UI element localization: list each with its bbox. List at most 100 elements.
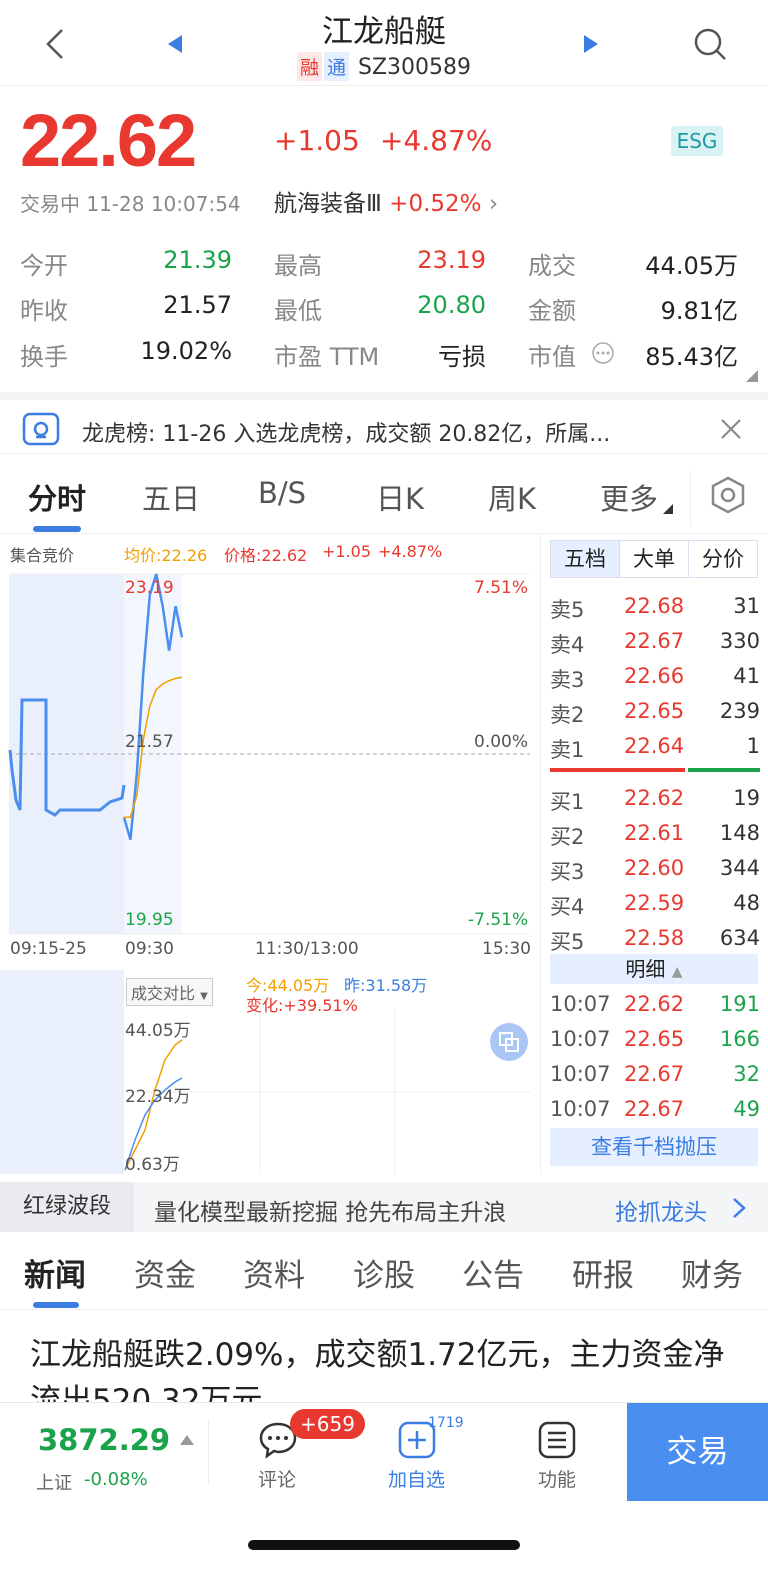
tab-more[interactable]: 更多 [600,476,658,518]
level-label: 买4 [550,895,585,919]
dragon-tiger-banner[interactable]: 龙虎榜: 11-26 入选龙虎榜，成交额 20.82亿，所属... [0,392,768,454]
tab-profile[interactable]: 资料 [243,1250,305,1295]
promo-bar[interactable]: 红绿波段 量化模型最新挖掘 抢先布局主升浪 抢抓龙头 [0,1182,768,1232]
comment-badge: +659 [290,1409,365,1439]
vol-y-top: 44.05万 [125,1021,191,1041]
level-volume: 191 [719,992,760,1016]
function-label[interactable]: 功能 [538,1465,576,1492]
comment-label[interactable]: 评论 [258,1465,296,1492]
top-nav-bar: 江龙船艇 融通 SZ300589 [0,0,768,86]
y-top-price: 23.19 [125,578,174,598]
volume-compare-label: 成交对比 [131,984,196,1003]
level-price: 22.66 [624,664,685,688]
level-label: 卖3 [550,668,585,692]
news-tab-indicator [33,1302,79,1308]
tick-row: 10:07 22.67 49 [546,1097,764,1132]
tab-bs[interactable]: B/S [258,476,306,510]
level-label: 买5 [550,930,585,954]
level-price: 22.59 [624,891,685,915]
level-volume: 1 [746,734,760,758]
tab-announce[interactable]: 公告 [462,1250,524,1295]
level-label: 10:07 [550,992,611,1016]
tab-finance[interactable]: 财务 [681,1250,743,1295]
search-icon[interactable] [692,26,728,62]
promo-text: 量化模型最新挖掘 抢先布局主升浪 [154,1200,507,1226]
tab-news[interactable]: 新闻 [24,1250,86,1295]
expand-corner-icon[interactable] [746,370,758,382]
tab-intraday[interactable]: 分时 [28,476,86,518]
tab-daily-k[interactable]: 日K [376,476,424,518]
level-price: 22.62 [624,786,685,810]
caret-up-icon: ▲ [671,964,683,980]
more-corner-icon [663,504,673,514]
volume-compare-button[interactable]: 成交对比 ▼ [126,978,213,1006]
x-label-open: 09:30 [125,939,174,959]
order-level-row: 买3 22.60 344 [546,856,764,891]
orderbook-tabs: 五档 大单 分价 [550,540,758,578]
detail-header[interactable]: 明细 ▲ [550,954,758,984]
level-volume: 166 [719,1027,760,1051]
tab-five-day[interactable]: 五日 [142,476,200,518]
chart-tab-bar: 分时 五日 B/S 日K 周K 更多 [0,462,768,534]
tab-active-indicator [33,526,81,532]
pct-mid: 0.00% [474,732,529,752]
level-volume: 48 [733,891,760,915]
intraday-chart[interactable]: 集合竞价 均价:22.26 价格:22.62 +1.05 +4.87% 23.1… [0,534,540,1175]
more-dots-icon[interactable] [591,341,615,365]
index-value[interactable]: 3872.29 [38,1423,170,1457]
vol-change: 变化:+39.51% [246,996,358,1015]
level-label: 10:07 [550,1027,611,1051]
stat-value: 23.19 [417,246,486,274]
stat-label: 市值 [528,343,576,371]
promo-link[interactable]: 抢抓龙头 [615,1193,707,1227]
stat-value: 20.80 [417,291,486,319]
stock-name: 江龙船艇 [322,14,446,50]
bottom-toolbar: 3872.29 上证 -0.08% +659 评论 1719 加自选 功能 交易 [0,1402,768,1502]
level-volume: 344 [719,856,760,880]
order-level-row: 买1 22.62 19 [546,786,764,821]
stat-label: 市盈 TTM [274,343,380,371]
auction-label: 集合竞价 [10,546,75,565]
tab-weekly-k[interactable]: 周K [488,476,536,518]
stat-value: 85.43亿 [645,343,738,371]
industry-name: 航海装备Ⅲ [274,191,382,217]
tab-five-levels[interactable]: 五档 [551,541,619,577]
order-level-row: 卖4 22.67 330 [546,629,764,664]
caret-up-icon[interactable] [180,1435,194,1445]
level-price: 22.64 [624,734,685,758]
tab-funds[interactable]: 资金 [134,1250,196,1295]
tab-price-dist[interactable]: 分价 [688,541,757,577]
tab-diagnose[interactable]: 诊股 [353,1250,415,1295]
level-label: 买3 [550,860,585,884]
level-label: 卖2 [550,703,585,727]
level-volume: 330 [719,629,760,653]
level-volume: 634 [719,926,760,950]
function-menu-icon[interactable] [538,1421,576,1459]
stat-label: 今开 [20,252,68,280]
news-headline[interactable]: 江龙船艇跌2.09%，成交额1.72亿元，主力资金净流出520.32万元 [30,1332,750,1402]
esg-badge[interactable]: ESG [671,126,723,156]
tick-row: 10:07 22.62 191 [546,992,764,1027]
tab-big-orders[interactable]: 大单 [619,541,688,577]
level-label: 买2 [550,825,585,849]
next-stock-icon[interactable] [582,33,600,55]
tab-research[interactable]: 研报 [572,1250,634,1295]
industry-link[interactable]: 航海装备Ⅲ +0.52% › [274,184,498,218]
depth-pressure-button[interactable]: 查看千档抛压 [550,1128,758,1166]
banner-text: 龙虎榜: 11-26 入选龙虎榜，成交额 20.82亿，所属... [82,422,611,447]
level-label: 卖5 [550,598,585,622]
home-indicator[interactable] [248,1540,520,1550]
trade-button[interactable]: 交易 [627,1403,768,1501]
price-plot [0,573,530,1174]
settings-icon[interactable] [710,476,746,514]
add-watchlist-label[interactable]: 加自选 [388,1465,445,1492]
level-price: 22.60 [624,856,685,880]
level-price: 22.67 [624,629,685,653]
pct-top: 7.51% [474,578,529,598]
chevron-right-icon: › [488,191,499,217]
price-change-pct: +4.87% [380,124,493,157]
y-bot-price: 19.95 [125,910,174,930]
chevron-right-icon [733,1198,746,1218]
order-level-row: 卖1 22.64 1 [546,734,764,769]
close-icon[interactable] [720,418,742,440]
